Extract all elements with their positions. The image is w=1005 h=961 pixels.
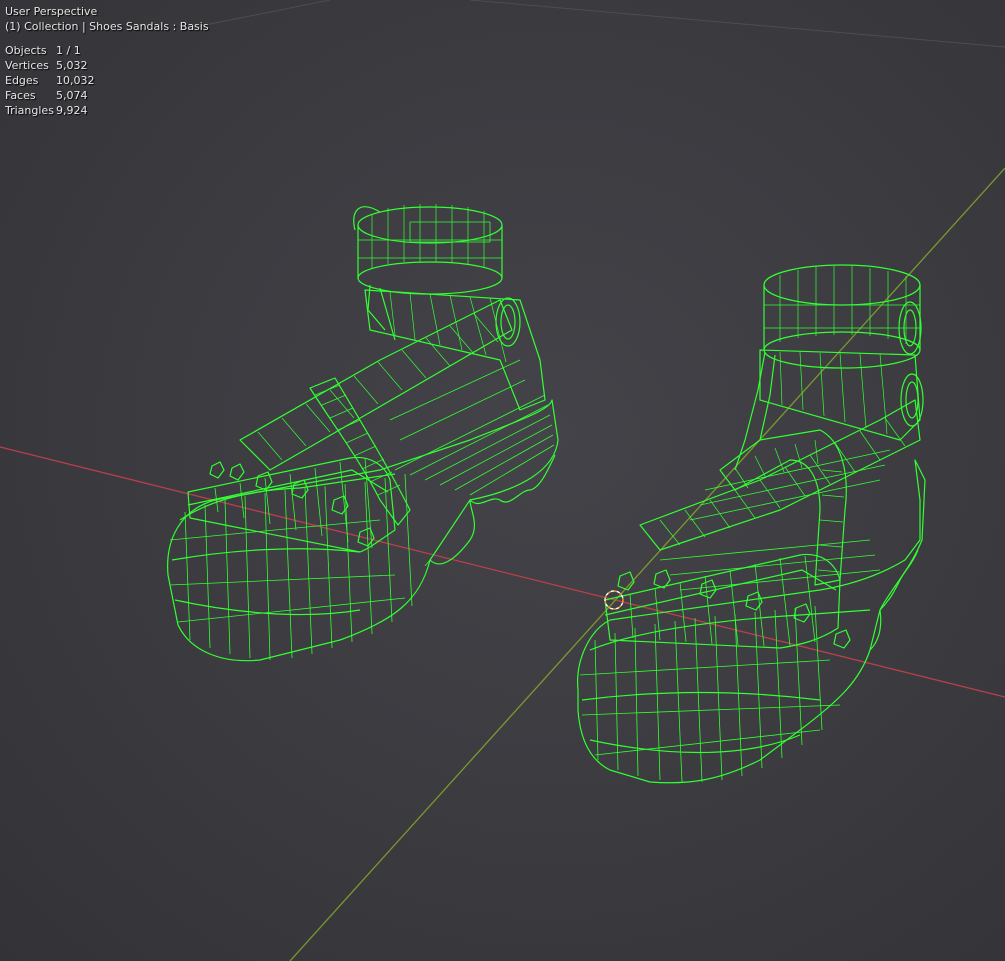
stat-row-edges: Edges 10,032 (5, 73, 209, 88)
stat-label: Edges (5, 74, 39, 87)
x-axis-line (0, 446, 1005, 698)
stat-row-faces: Faces 5,074 (5, 88, 209, 103)
stat-row-objects: Objects 1 / 1 (5, 43, 209, 58)
stat-row-triangles: Triangles 9,924 (5, 103, 209, 118)
stat-row-vertices: Vertices 5,032 (5, 58, 209, 73)
stat-value: 10,032 (56, 74, 95, 87)
stat-label: Faces (5, 89, 36, 102)
3d-viewport[interactable]: User Perspective (1) Collection | Shoes … (0, 0, 1005, 961)
viewport-scene[interactable] (0, 0, 1005, 961)
view-name: User Perspective (5, 5, 98, 18)
right-sandal-wireframe[interactable] (577, 264, 926, 784)
stat-value: 5,074 (56, 89, 88, 102)
stat-value: 9,924 (56, 104, 88, 117)
viewport-info-overlay: User Perspective (1) Collection | Shoes … (5, 4, 209, 118)
stat-value: 1 / 1 (56, 44, 81, 57)
floor-grid (179, 0, 1005, 48)
collection-context: (1) Collection | Shoes Sandals : Basis (5, 20, 209, 33)
scene-statistics: Objects 1 / 1 Vertices 5,032 Edges 10,03… (5, 43, 209, 118)
stat-label: Vertices (5, 59, 49, 72)
stat-label: Triangles (5, 104, 54, 117)
stat-value: 5,032 (56, 59, 88, 72)
stat-label: Objects (5, 44, 47, 57)
left-sandal-wireframe[interactable] (167, 204, 559, 662)
